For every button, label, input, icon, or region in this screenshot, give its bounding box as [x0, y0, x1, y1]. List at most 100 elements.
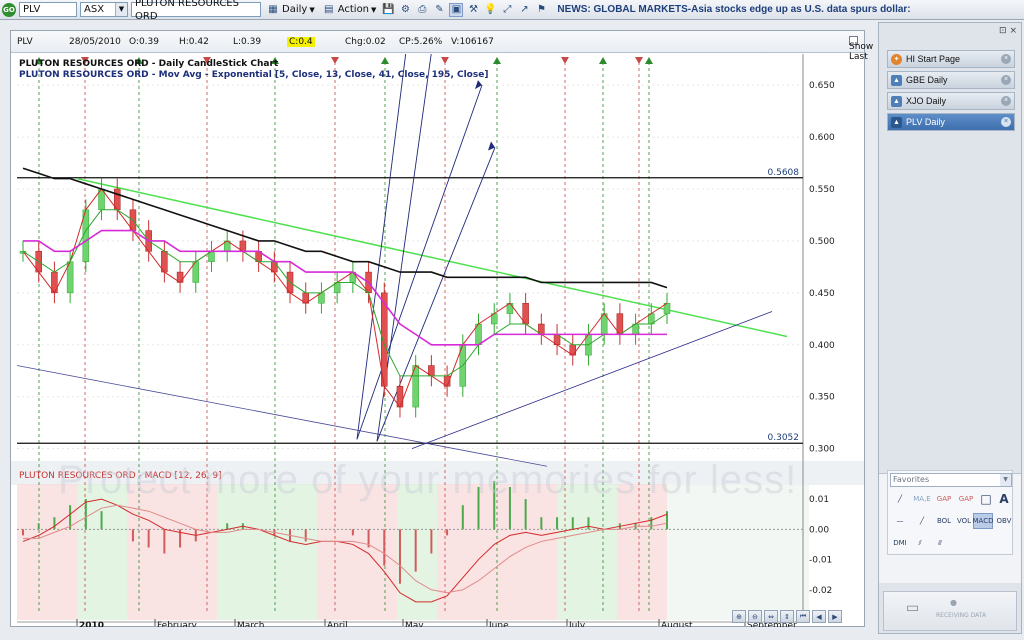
close-icon[interactable]: ×	[1001, 75, 1011, 85]
x-tick-label: May	[405, 621, 424, 627]
signal-arrow	[645, 57, 653, 64]
period-button[interactable]: ▦ Daily ▼	[264, 2, 317, 18]
macd-tick-label: -0.02	[809, 586, 832, 596]
tab-hi-start-page[interactable]: ✦ HI Start Page ×	[887, 50, 1015, 68]
pin-icon[interactable]: ⊡	[999, 26, 1007, 36]
line-tool-icon[interactable]: ╱	[890, 491, 910, 507]
go-button[interactable]: GO	[2, 2, 16, 17]
channel-tool-icon[interactable]: ⫻	[930, 535, 950, 551]
exchange-select[interactable]: ASX ▼	[80, 2, 128, 17]
price-tick-label: 0.350	[809, 393, 835, 403]
signal-arrow	[493, 57, 501, 64]
close-icon[interactable]: ×	[1001, 96, 1011, 106]
x-tick-label: April	[327, 621, 348, 627]
draw-icon[interactable]: ✎	[432, 3, 446, 17]
news-ticker[interactable]: NEWS: GLOBAL MARKETS-Asia stocks edge up…	[557, 4, 910, 15]
scroll-start-icon[interactable]: ⏮	[796, 610, 810, 623]
rectangle-icon[interactable]: □	[976, 491, 996, 507]
ema-195-line	[22, 167, 668, 289]
x-tick-label: March	[237, 621, 264, 627]
expand-icon[interactable]: ⇔	[764, 610, 778, 623]
macd-tick-label: -0.01	[809, 556, 832, 566]
zoom-out-icon[interactable]: ⊖	[748, 610, 762, 623]
zoom-in-icon[interactable]: ⊕	[732, 610, 746, 623]
settings-icon[interactable]: ⚙	[398, 3, 412, 17]
vol-tool[interactable]: VOL	[954, 513, 974, 529]
info-close: C:0.4	[287, 37, 315, 47]
show-last-toggle[interactable]: Show Last	[849, 36, 873, 62]
action-label: Action	[337, 4, 370, 15]
price-chart-title: PLUTON RESOURCES ORD - Daily CandleStick…	[19, 59, 279, 69]
close-icon[interactable]: ×	[1009, 26, 1017, 36]
close-icon[interactable]: ×	[1001, 54, 1011, 64]
info-symbol: PLV	[17, 37, 33, 47]
info-high: H:0.42	[179, 37, 209, 47]
panel-controls: ⊡ ×	[999, 26, 1017, 36]
price-tick-label: 0.600	[809, 133, 835, 143]
screen-icon[interactable]: ▣	[449, 2, 464, 17]
ema-5-line	[22, 188, 668, 409]
ma-tool[interactable]: MA,E	[912, 491, 932, 507]
symbol-input[interactable]: PLV	[19, 2, 77, 17]
status-box: ▭ ● RECEIVING DATA	[883, 591, 1017, 631]
trend-tool-icon[interactable]: ╱	[912, 513, 932, 529]
chart-icon: ▲	[891, 116, 902, 128]
dmi-tool[interactable]: DMI	[890, 535, 910, 551]
macd-zone	[127, 484, 217, 620]
price-tick-label: 0.500	[809, 237, 835, 247]
close-icon[interactable]: ×	[1001, 117, 1011, 127]
chart-icon: ▲	[891, 74, 902, 86]
tab-plv-daily[interactable]: ▲ PLV Daily ×	[887, 113, 1015, 131]
idea-icon[interactable]: 💡	[483, 3, 497, 17]
macd-zone	[217, 484, 317, 620]
tab-gbe-daily[interactable]: ▲ GBE Daily ×	[887, 71, 1015, 89]
macd-chart-title: PLUTON RESOURCES ORD - MACD [12, 26, 9]	[19, 471, 222, 481]
info-change: Chg:0.02	[345, 37, 386, 47]
lower-trendline	[16, 365, 548, 467]
fan-line	[376, 147, 496, 442]
chevron-down-icon: ▼	[309, 5, 315, 14]
signal-arrow	[635, 57, 643, 64]
obv-tool[interactable]: OBV	[994, 513, 1014, 529]
favorites-select[interactable]: Favorites ▼	[890, 473, 1012, 487]
company-name-field: PLUTON RESOURCES ORD	[131, 0, 261, 22]
trend-icon[interactable]: ↗	[517, 3, 531, 17]
signal-arrow	[599, 57, 607, 64]
scroll-right-icon[interactable]: ▶	[828, 610, 842, 623]
collapse-icon[interactable]: ⇕	[780, 610, 794, 623]
scroll-left-icon[interactable]: ◀	[812, 610, 826, 623]
tab-label: PLV Daily	[906, 117, 945, 127]
save-icon[interactable]: 💾	[381, 3, 395, 17]
chart-icon: ▲	[891, 95, 902, 107]
bol-tool[interactable]: BOL	[934, 513, 954, 529]
price-chart[interactable]: 0.300 0.350 0.400 0.450 0.500 0.550 0.600 0.650…	[11, 54, 864, 627]
hline-tool-icon[interactable]: —	[890, 513, 910, 529]
tab-xjo-daily[interactable]: ▲ XJO Daily ×	[887, 92, 1015, 110]
receiving-status: RECEIVING DATA	[936, 612, 987, 619]
x-tick-label: August	[661, 621, 693, 627]
info-open: O:0.39	[129, 37, 159, 47]
info-change-pct: CP:5.26%	[399, 37, 443, 47]
level-label: 0.3052	[768, 433, 800, 443]
period-label: Daily	[282, 4, 308, 15]
chevron-down-icon: ▼	[1000, 474, 1011, 486]
scale-icon[interactable]: ⤢	[500, 3, 514, 17]
print-icon[interactable]: ⎙	[415, 3, 429, 17]
home-icon: ✦	[891, 53, 902, 65]
favorites-value: Favorites	[893, 475, 930, 484]
text-tool[interactable]: A	[994, 491, 1014, 507]
main-toolbar: GO PLV ASX ▼ PLUTON RESOURCES ORD ▦ Daily ▼…	[0, 0, 1024, 22]
tools-icon[interactable]: ⚒	[466, 3, 480, 17]
alert-icon[interactable]: ⚑	[534, 3, 548, 17]
info-volume: V:106167	[451, 37, 494, 47]
macd-zone	[557, 484, 617, 620]
gap-tool-1[interactable]: GAP	[934, 491, 954, 507]
gap-tool-2[interactable]: GAP	[956, 491, 976, 507]
macd-tool[interactable]: MACD	[973, 513, 994, 529]
action-button[interactable]: ▤ Action ▼	[320, 2, 379, 18]
signal-arrow	[331, 57, 339, 64]
info-low: L:0.39	[233, 37, 262, 47]
signal-arrow	[441, 57, 449, 64]
fan-tool-icon[interactable]: ⫽	[910, 535, 930, 551]
chevron-down-icon: ▼	[371, 5, 377, 14]
